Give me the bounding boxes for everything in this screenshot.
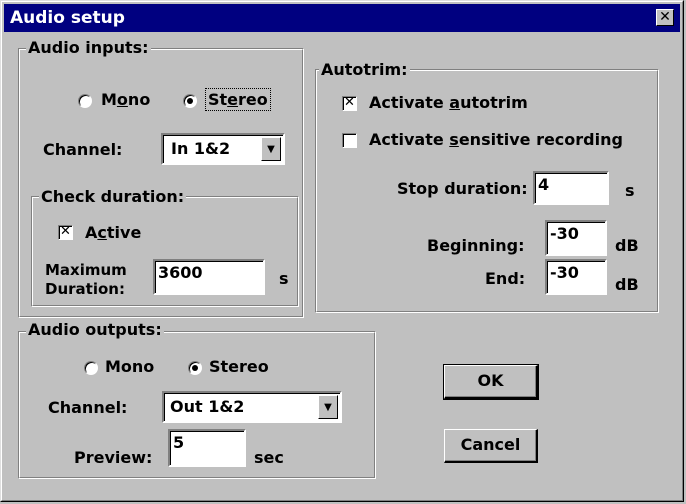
end-label: End: — [485, 269, 526, 288]
end-unit: dB — [615, 275, 639, 294]
preview-unit: sec — [254, 448, 284, 467]
audio-setup-dialog: Audio setup ✕ Audio inputs: Mono Stereo … — [0, 0, 684, 502]
input-mono-radio[interactable] — [78, 94, 92, 108]
stop-duration-label: Stop duration: — [397, 179, 528, 198]
audio-outputs-label: Audio outputs: — [26, 320, 164, 339]
sensitive-recording-checkbox[interactable] — [342, 133, 357, 148]
output-channel-select[interactable]: Out 1&2 ▼ — [162, 391, 342, 423]
output-mono-radio[interactable] — [84, 361, 98, 375]
close-icon[interactable]: ✕ — [656, 9, 674, 26]
preview-label: Preview: — [74, 448, 153, 467]
output-stereo-label[interactable]: Stereo — [209, 357, 269, 376]
beginning-input[interactable]: -30 — [545, 220, 607, 256]
activate-autotrim-label[interactable]: Activate autotrim — [369, 93, 528, 112]
audio-inputs-label: Audio inputs: — [26, 38, 151, 57]
end-input[interactable]: -30 — [545, 259, 607, 295]
max-duration-label-line1: Maximum — [45, 261, 127, 279]
input-stereo-label[interactable]: Stereo — [205, 88, 271, 111]
activate-autotrim-checkbox[interactable]: ✕ — [342, 96, 357, 111]
sensitive-recording-label[interactable]: Activate sensitive recording — [369, 130, 623, 149]
beginning-unit: dB — [615, 236, 639, 255]
output-mono-label[interactable]: Mono — [105, 357, 154, 376]
preview-input[interactable]: 5 — [168, 429, 246, 467]
input-stereo-radio[interactable] — [183, 94, 197, 108]
stop-duration-unit: s — [625, 181, 635, 200]
title-bar[interactable]: Audio setup ✕ — [4, 4, 680, 32]
max-duration-label-line2: Duration: — [45, 280, 125, 298]
beginning-label: Beginning: — [427, 236, 525, 255]
window-title: Audio setup — [10, 8, 125, 28]
input-mono-label[interactable]: Mono — [101, 90, 150, 109]
input-channel-select[interactable]: In 1&2 ▼ — [161, 133, 285, 165]
dropdown-arrow-icon[interactable]: ▼ — [318, 395, 338, 419]
active-label[interactable]: Active — [85, 223, 141, 242]
stop-duration-input[interactable]: 4 — [533, 171, 609, 205]
cancel-button[interactable]: Cancel — [444, 429, 538, 463]
output-channel-label: Channel: — [48, 398, 128, 417]
output-stereo-radio[interactable] — [188, 361, 202, 375]
check-duration-label: Check duration: — [39, 187, 187, 206]
input-channel-label: Channel: — [43, 140, 123, 159]
active-checkbox[interactable]: ✕ — [58, 225, 73, 240]
output-channel-value: Out 1&2 — [170, 397, 245, 416]
dropdown-arrow-icon[interactable]: ▼ — [261, 137, 281, 161]
max-duration-unit: s — [279, 269, 289, 288]
ok-button[interactable]: OK — [443, 364, 539, 400]
autotrim-label: Autotrim: — [319, 60, 410, 79]
max-duration-input[interactable]: 3600 — [153, 259, 265, 295]
input-channel-value: In 1&2 — [171, 139, 231, 158]
